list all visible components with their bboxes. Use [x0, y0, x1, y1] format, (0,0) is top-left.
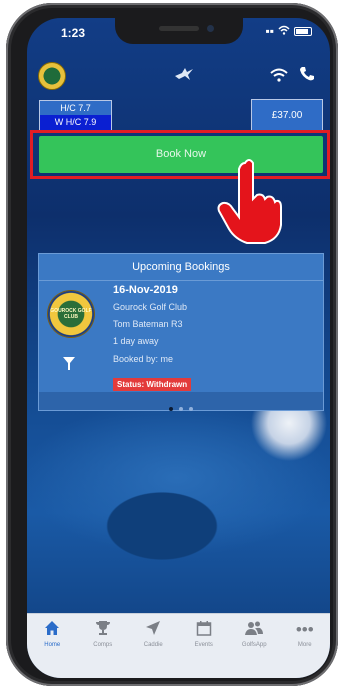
wifi-status-icon	[278, 24, 290, 38]
tab-label: Caddie	[143, 642, 163, 648]
notch	[115, 18, 243, 44]
tab-caddie[interactable]: Caddie	[128, 614, 179, 678]
balance-button[interactable]: £37.00	[251, 99, 323, 132]
house-icon	[27, 620, 78, 640]
booking-booked-by: Booked by: me	[113, 354, 174, 364]
top-bar	[27, 48, 330, 90]
tab-label: Events	[194, 642, 213, 648]
trophy-icon	[78, 620, 129, 640]
page-dots[interactable]	[39, 398, 323, 416]
tab-bar: Home Comps Caddie Events GolfsApp ••• Mo…	[27, 613, 330, 678]
card-footer	[39, 392, 323, 411]
tab-home[interactable]: Home	[27, 614, 78, 678]
booking-player: Tom Bateman R3	[113, 319, 183, 329]
booking-days-away: 1 day away	[113, 336, 159, 346]
tab-more[interactable]: ••• More	[280, 614, 331, 678]
pointing-hand-icon	[217, 159, 282, 244]
page-dot[interactable]	[169, 407, 173, 411]
page-dot[interactable]	[189, 407, 193, 411]
users-icon	[229, 620, 280, 640]
crest-text: GOUROCK GOLF CLUB	[50, 308, 92, 320]
tab-label: More	[297, 642, 312, 648]
camera	[207, 25, 214, 32]
signal-icon: ▪▪	[265, 24, 274, 38]
w-handicap-label: W H/C 7.9	[40, 115, 111, 130]
golfer-icon	[173, 66, 195, 87]
tab-label: Comps	[93, 642, 113, 648]
upcoming-bookings-card[interactable]: Upcoming Bookings GOUROCK GOLF CLUB 16-N…	[39, 254, 323, 411]
status-time: 1:23	[61, 26, 86, 40]
more-dots-icon: •••	[295, 620, 314, 639]
speaker	[159, 26, 199, 31]
status-badge: Status: Withdrawn	[113, 378, 192, 391]
tab-comps[interactable]: Comps	[78, 614, 129, 678]
page-dot[interactable]	[179, 407, 183, 411]
battery-icon	[294, 26, 312, 36]
phone-frame: 1:23 ▪▪ H/C 7.7 W H/C 7.9 £37.00 Book No…	[6, 3, 338, 686]
tab-label: Home	[44, 642, 61, 648]
tab-golfsapp[interactable]: GolfsApp	[229, 614, 280, 678]
app-screen: 1:23 ▪▪ H/C 7.7 W H/C 7.9 £37.00 Book No…	[27, 18, 330, 678]
status-icons: ▪▪	[265, 24, 312, 38]
tab-label: GolfsApp	[241, 642, 267, 648]
card-title: Upcoming Bookings	[39, 254, 323, 281]
tab-events[interactable]: Events	[179, 614, 230, 678]
handicap-label: H/C 7.7	[40, 101, 111, 115]
club-crest-icon: GOUROCK GOLF CLUB	[48, 291, 94, 337]
booking-date: 16-Nov-2019	[113, 284, 178, 296]
navigation-arrow-icon	[128, 620, 179, 640]
club-logo-icon[interactable]	[38, 62, 66, 90]
calendar-icon	[179, 620, 230, 640]
phone-icon[interactable]	[299, 66, 315, 87]
tee-icon	[62, 355, 76, 374]
booking-club: Gourock Golf Club	[113, 302, 188, 312]
wifi-icon[interactable]	[270, 68, 288, 87]
handicap-box[interactable]: H/C 7.7 W H/C 7.9	[39, 100, 112, 132]
